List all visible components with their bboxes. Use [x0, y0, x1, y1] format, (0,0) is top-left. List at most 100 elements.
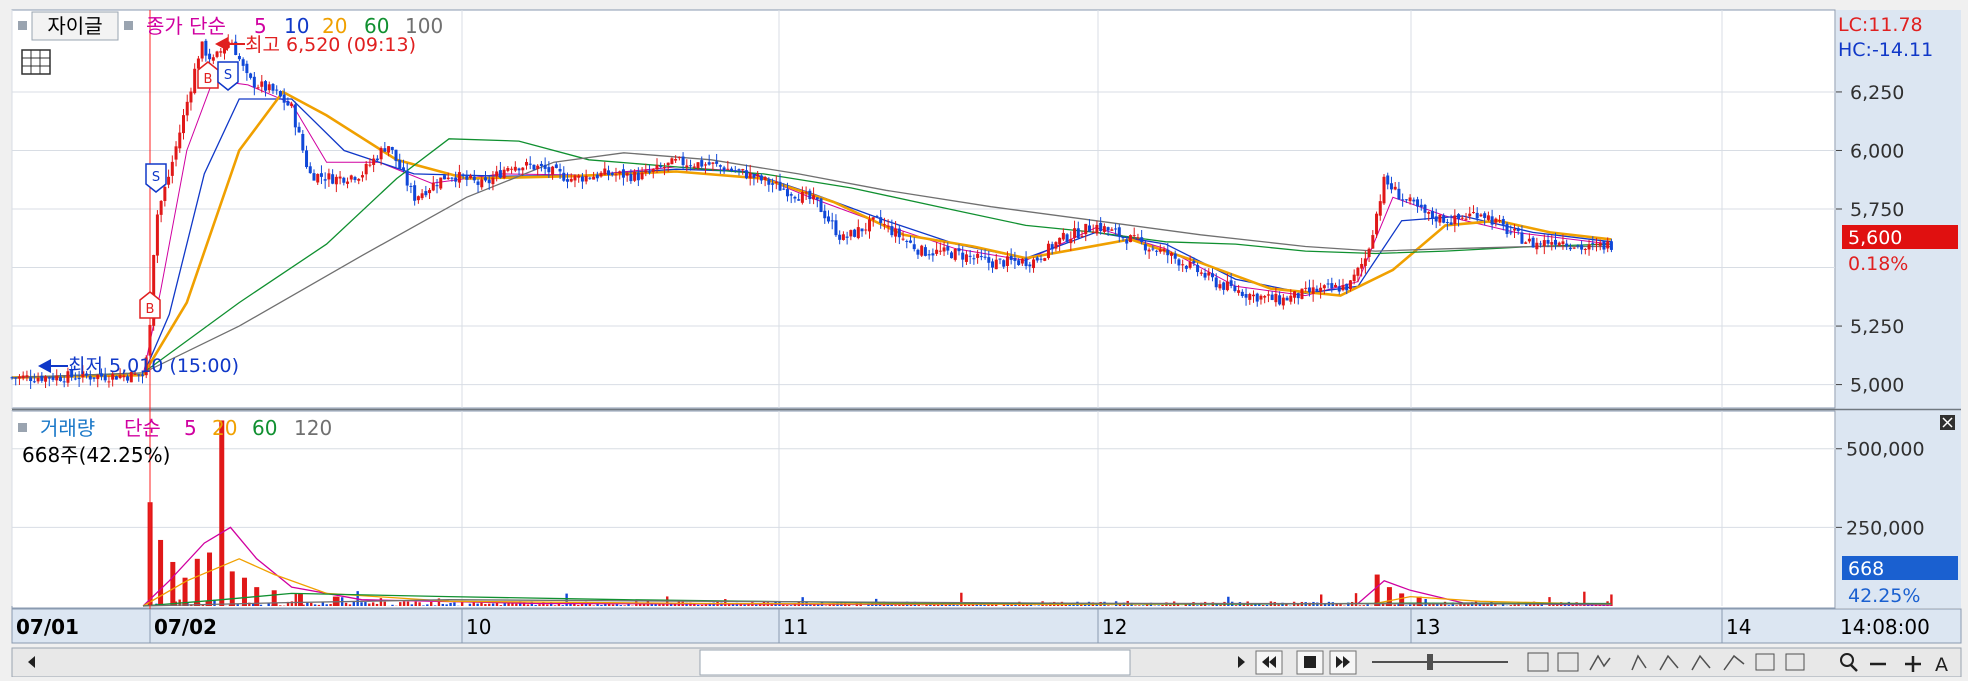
- candle-body: [480, 180, 483, 188]
- candle-body: [629, 174, 632, 181]
- candle-body: [760, 175, 763, 180]
- candle-body: [52, 377, 55, 380]
- volume-bar: [755, 605, 757, 606]
- candle-body: [488, 180, 491, 184]
- candle-body: [1610, 241, 1613, 250]
- grid-icon[interactable]: [22, 50, 50, 74]
- volume-bar: [1235, 605, 1237, 606]
- price-axis-label: 5,000: [1850, 375, 1904, 397]
- candle-body: [1271, 295, 1274, 300]
- candle-body: [1274, 294, 1277, 302]
- x-axis-label: 14: [1726, 615, 1751, 639]
- candle-body: [637, 172, 640, 180]
- text-tool-button[interactable]: A: [1935, 654, 1948, 676]
- stock-name-label: 자이글: [47, 14, 102, 38]
- change-pct-label: 0.18%: [1848, 253, 1908, 275]
- volume-bar: [1510, 605, 1512, 606]
- candle-body: [1151, 249, 1154, 250]
- candle-body: [1226, 282, 1229, 291]
- candle-body: [1595, 244, 1598, 245]
- candle-body: [283, 95, 286, 103]
- legend-ma5: 5: [254, 14, 267, 38]
- candle-body: [212, 57, 215, 60]
- stop-icon[interactable]: [1297, 651, 1323, 674]
- candle-body: [216, 51, 219, 56]
- candle-body: [1211, 273, 1214, 277]
- volume-bar: [360, 602, 362, 606]
- collapse-box-icon[interactable]: [124, 21, 133, 30]
- candle-body: [424, 191, 427, 195]
- candle-body: [685, 165, 688, 167]
- candle-body: [312, 173, 315, 180]
- candle-body: [298, 127, 301, 133]
- candle-body: [1427, 212, 1430, 214]
- volume-bar: [314, 604, 316, 606]
- candle-body: [924, 247, 927, 256]
- candle-body: [1256, 294, 1259, 302]
- close-icon[interactable]: [1940, 415, 1955, 430]
- candle-body: [607, 170, 610, 175]
- candle-body: [1095, 225, 1098, 234]
- collapse-box-icon[interactable]: [18, 423, 27, 432]
- candle-body: [22, 376, 25, 379]
- candle-body: [1479, 215, 1482, 217]
- candle-body: [555, 164, 558, 168]
- fast-forward-icon[interactable]: [1330, 651, 1356, 674]
- volume-bar: [1324, 604, 1326, 606]
- scrollbar-thumb[interactable]: [700, 650, 1130, 675]
- candle-body: [861, 228, 864, 231]
- candle-body: [1148, 250, 1151, 252]
- candle-body: [600, 173, 603, 177]
- candle-body: [596, 175, 599, 179]
- volume-info-label: 668주(42.25%): [22, 443, 170, 467]
- volume-bar: [403, 601, 405, 606]
- candle-body: [521, 168, 524, 171]
- candle-body: [514, 167, 517, 171]
- volume-bar: [577, 605, 579, 606]
- volume-bar: [515, 604, 517, 606]
- candle-body: [443, 175, 446, 179]
- volume-bar: [573, 604, 575, 606]
- volume-bar: [484, 604, 486, 606]
- candle-body: [1118, 227, 1121, 236]
- price-axis-label: 6,000: [1850, 140, 1904, 162]
- candle-body: [976, 254, 979, 258]
- candle-body: [883, 224, 886, 225]
- candle-body: [1319, 288, 1322, 292]
- collapse-box-icon[interactable]: [18, 21, 27, 30]
- volume-bar: [411, 604, 413, 606]
- rewind-icon[interactable]: [1256, 651, 1282, 674]
- candle-body: [1599, 243, 1602, 246]
- candle-body: [905, 241, 908, 242]
- candle-body: [954, 249, 957, 260]
- volume-bar: [697, 605, 699, 606]
- candle-body: [11, 377, 14, 378]
- candle-body: [1502, 219, 1505, 225]
- candle-body: [674, 159, 677, 161]
- candle-body: [995, 260, 998, 269]
- candle-body: [208, 54, 211, 59]
- candle-body: [1058, 238, 1061, 244]
- candle-body: [1196, 265, 1199, 272]
- candle-body: [678, 157, 681, 158]
- volume-bar: [1479, 605, 1481, 606]
- candle-body: [1177, 259, 1180, 265]
- candle-body: [801, 192, 804, 203]
- candle-body: [1144, 244, 1147, 250]
- volume-bar: [345, 603, 347, 606]
- candle-body: [1006, 256, 1009, 266]
- candle-body: [1114, 228, 1117, 229]
- volume-bar: [894, 605, 896, 606]
- candle-body: [1450, 222, 1453, 224]
- volume-bar: [724, 599, 726, 606]
- volume-bar: [910, 605, 912, 606]
- candle-body: [779, 182, 782, 191]
- candle-body: [577, 176, 580, 178]
- candle-body: [275, 90, 278, 91]
- x-axis-label: 07/02: [154, 615, 217, 639]
- candle-body: [327, 173, 330, 179]
- candle-body: [469, 176, 472, 178]
- candle-body: [1520, 232, 1523, 243]
- candle-body: [279, 91, 282, 96]
- candle-body: [1498, 220, 1501, 221]
